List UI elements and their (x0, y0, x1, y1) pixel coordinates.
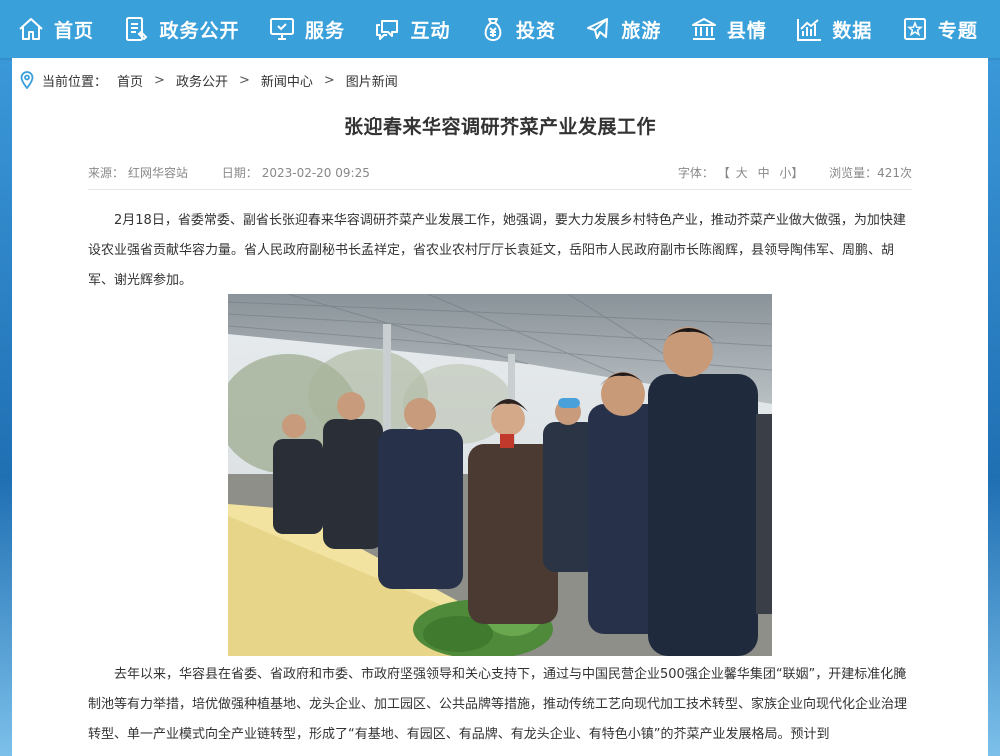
content-panel: 当前位置： 首页 > 政务公开 > 新闻中心 > 图片新闻 张迎春来华容调研芥菜… (12, 58, 988, 756)
money-bag-icon (484, 18, 502, 41)
font-size-medium-button[interactable]: 中 (758, 166, 770, 180)
airplane-icon (587, 18, 609, 39)
breadcrumb-label: 当前位置： (42, 74, 108, 90)
home-icon (19, 18, 43, 40)
nav-label: 专题 (937, 19, 978, 42)
nav-label: 政务公开 (159, 19, 240, 42)
nav-label: 数据 (832, 19, 873, 42)
font-size-bracket-open: 【 (717, 166, 730, 180)
nav-label: 首页 (54, 19, 95, 42)
article-paragraph: 2月18日，省委常委、副省长张迎春来华容调研芥菜产业发展工作，她强调，要大力发展… (88, 213, 906, 288)
nav-item-interaction[interactable]: 互动 (374, 0, 450, 58)
breadcrumb: 当前位置： 首页 > 政务公开 > 新闻中心 > 图片新闻 (20, 70, 398, 90)
view-count: 浏览量：421次 (829, 166, 912, 180)
location-pin-icon (20, 71, 34, 89)
breadcrumb-separator: > (323, 72, 335, 88)
source-value: 红网华容站 (128, 166, 189, 180)
chat-icon (376, 20, 399, 40)
nav-label: 互动 (410, 19, 451, 42)
nav-item-home[interactable]: 首页 (18, 0, 94, 58)
breadcrumb-separator: > (154, 72, 165, 88)
font-size-small-button[interactable]: 小 (779, 166, 791, 180)
main-nav: 首页 政务公开 服务 互动 投资 旅游 县情 数据 专题 (0, 0, 1000, 58)
nav-item-investment[interactable]: 投资 (480, 0, 556, 58)
nav-item-tourism[interactable]: 旅游 (585, 0, 661, 58)
date-label: 日期： (221, 166, 258, 180)
breadcrumb-separator: > (238, 72, 250, 88)
building-icon (691, 18, 716, 40)
document-icon (126, 17, 148, 41)
star-icon (903, 18, 926, 40)
breadcrumb-link-home[interactable]: 首页 (117, 71, 143, 90)
font-size-label: 字体： (677, 166, 714, 180)
article-paragraph: 去年以来，华容县在省委、省政府和市委、市政府坚强领导和关心支持下，通过与中国民营… (88, 667, 908, 742)
nav-item-county-info[interactable]: 县情 (691, 0, 767, 58)
monitor-icon (269, 18, 294, 40)
breadcrumb-link-government-affairs[interactable]: 政务公开 (176, 71, 228, 90)
nav-label: 服务 (304, 19, 345, 42)
nav-label: 旅游 (621, 19, 662, 42)
article-title: 张迎春来华容调研芥菜产业发展工作 (343, 116, 656, 138)
nav-item-special-topics[interactable]: 专题 (902, 0, 978, 58)
article-photo (228, 294, 772, 656)
source-label: 来源： (88, 166, 125, 180)
font-size-large-button[interactable]: 大 (736, 166, 748, 180)
nav-label: 投资 (515, 19, 556, 42)
page-background-right (988, 60, 1000, 756)
chart-icon (797, 19, 822, 41)
article-meta: 来源： 红网华容站 日期： 2023-02-20 09:25 字体： 【大 中 小】… (88, 164, 912, 190)
nav-item-services[interactable]: 服务 (269, 0, 345, 58)
font-size-bracket-close: 】 (791, 166, 804, 180)
page-background-left (0, 60, 12, 756)
nav-item-government-affairs[interactable]: 政务公开 (123, 0, 239, 58)
breadcrumb-link-news-center[interactable]: 新闻中心 (261, 71, 313, 90)
date-value: 2023-02-20 09:25 (261, 166, 370, 180)
nav-label: 县情 (726, 19, 767, 42)
nav-item-data[interactable]: 数据 (796, 0, 872, 58)
breadcrumb-link-photo-news[interactable]: 图片新闻 (346, 71, 398, 90)
